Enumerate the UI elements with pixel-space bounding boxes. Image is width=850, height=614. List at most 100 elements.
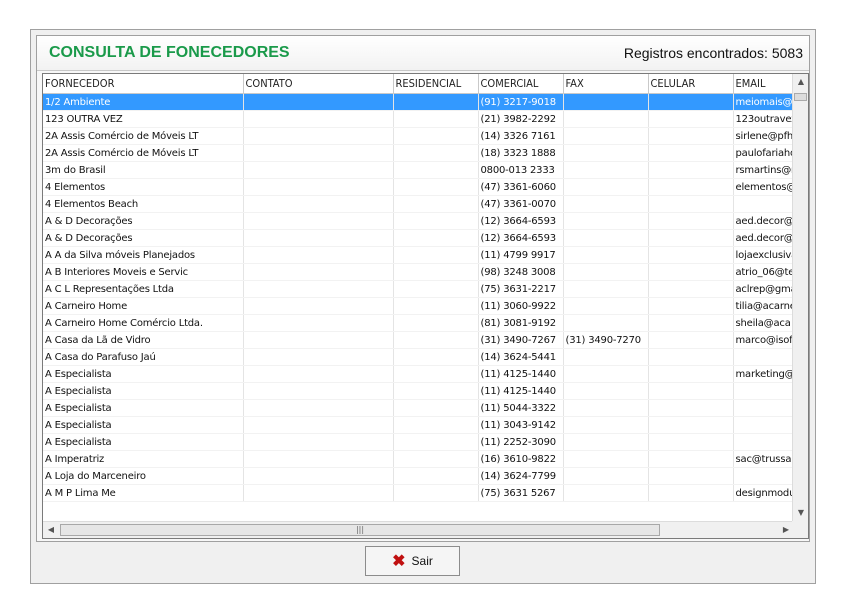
scroll-left-icon[interactable]: ◀ [43,522,59,538]
cell-contato [243,212,394,230]
exit-button-label: Sair [411,554,433,568]
column-header-residencial[interactable]: RESIDENCIAL [393,74,479,94]
column-header-comercial[interactable]: COMERCIAL [478,74,564,94]
table-row[interactable]: A Especialista (11) 3043-9142 [43,416,804,434]
cell-fax [563,178,649,196]
horizontal-scroll-thumb[interactable]: ||| [60,524,660,536]
cell-comercial: (98) 3248 3008 [478,263,564,281]
cell-celular [648,297,734,315]
table-row[interactable]: A Imperatriz (16) 3610-9822 sac@trussa [43,450,804,468]
table-row[interactable]: A Casa do Parafuso Jaú (14) 3624-5441 [43,348,804,366]
column-header-fax[interactable]: FAX [563,74,649,94]
cell-comercial: (21) 3982-2292 [478,110,564,128]
cell-comercial: (31) 3490-7267 [478,331,564,349]
cell-fornecedor: 1/2 Ambiente [43,93,244,111]
table-row[interactable]: A Especialista (11) 4125-1440 [43,382,804,400]
content-panel: CONSULTA DE FONECEDORES Registros encont… [36,35,810,542]
table-row[interactable]: A B Interiores Moveis e Servic (98) 3248 … [43,263,804,281]
scroll-down-icon[interactable]: ▼ [793,505,808,521]
cell-celular [648,365,734,383]
table-row[interactable]: 4 Elementos (47) 3361-6060 elementos@ [43,178,804,196]
cell-celular [648,280,734,298]
cell-comercial: (16) 3610-9822 [478,450,564,468]
cell-residencial [393,348,479,366]
cell-residencial [393,450,479,468]
cell-comercial: (14) 3326 7161 [478,127,564,145]
cell-fax [563,263,649,281]
table-row[interactable]: A Especialista (11) 2252-3090 [43,433,804,451]
cell-celular [648,467,734,485]
cell-comercial: (14) 3624-7799 [478,467,564,485]
table-row[interactable]: A Casa da Lã de Vidro (31) 3490-7267 (31) … [43,331,804,349]
cell-fornecedor: 2A Assis Comércio de Móveis LT [43,144,244,162]
cell-comercial: (11) 3060-9922 [478,297,564,315]
table-row[interactable]: 3m do Brasil 0800-013 2333 rsmartins@m [43,161,804,179]
cell-residencial [393,195,479,213]
supplier-query-window: CONSULTA DE FONECEDORES Registros encont… [30,29,816,584]
cell-comercial: (81) 3081-9192 [478,314,564,332]
cell-fax [563,382,649,400]
table-row[interactable]: A & D Decorações (12) 3664-6593 aed.decor@ [43,229,804,247]
cell-contato [243,365,394,383]
cell-fax [563,246,649,264]
cell-celular [648,212,734,230]
cell-celular [648,331,734,349]
cell-contato [243,127,394,145]
cell-fornecedor: A Especialista [43,365,244,383]
cell-fornecedor: A Imperatriz [43,450,244,468]
table-row[interactable]: A Carneiro Home (11) 3060-9922 tilia@acarn… [43,297,804,315]
cell-celular [648,246,734,264]
horizontal-scrollbar[interactable]: ◀ ||| ▶ [43,521,794,538]
column-header-contato[interactable]: CONTATO [243,74,394,94]
table-row[interactable]: A A da Silva móveis Planejados (11) 4799 … [43,246,804,264]
cell-fax [563,127,649,145]
column-header-celular[interactable]: CELULAR [648,74,734,94]
suppliers-grid[interactable]: FORNECEDOR CONTATO RESIDENCIAL COMERCIAL… [42,73,809,539]
cell-residencial [393,263,479,281]
cell-fornecedor: 123 OUTRA VEZ [43,110,244,128]
table-row[interactable]: 1/2 Ambiente (91) 3217-9018 meiomais@ [43,93,804,111]
table-row[interactable]: 123 OUTRA VEZ (21) 3982-2292 123outravez [43,110,804,128]
cell-residencial [393,127,479,145]
cell-celular [648,93,734,111]
table-row[interactable]: 2A Assis Comércio de Móveis LT (18) 3323 … [43,144,804,162]
table-row[interactable]: A Especialista (11) 5044-3322 [43,399,804,417]
cell-residencial [393,331,479,349]
table-row[interactable]: A Loja do Marceneiro (14) 3624-7799 [43,467,804,485]
cell-fornecedor: 3m do Brasil [43,161,244,179]
cell-fornecedor: A Casa do Parafuso Jaú [43,348,244,366]
table-row[interactable]: 2A Assis Comércio de Móveis LT (14) 3326 … [43,127,804,145]
cell-fax [563,450,649,468]
table-row[interactable]: A & D Decorações (12) 3664-6593 aed.decor@ [43,212,804,230]
cell-residencial [393,399,479,417]
cell-residencial [393,144,479,162]
cell-comercial: (11) 4799 9917 [478,246,564,264]
table-row[interactable]: 4 Elementos Beach (47) 3361-0070 [43,195,804,213]
vertical-scrollbar[interactable]: ▲ ▼ [792,74,808,521]
cell-residencial [393,467,479,485]
table-row[interactable]: A C L Representações Ltda (75) 3631-2217 a… [43,280,804,298]
scroll-up-icon[interactable]: ▲ [793,74,808,90]
cell-comercial: (11) 5044-3322 [478,399,564,417]
table-row[interactable]: A Carneiro Home Comércio Ltda. (81) 3081-… [43,314,804,332]
cell-contato [243,399,394,417]
cell-comercial: (12) 3664-6593 [478,229,564,247]
cell-contato [243,450,394,468]
cell-contato [243,433,394,451]
cell-fornecedor: 4 Elementos Beach [43,195,244,213]
scroll-corner [792,521,808,538]
cell-fornecedor: A A da Silva móveis Planejados [43,246,244,264]
table-row[interactable]: A Especialista (11) 4125-1440 marketing@ [43,365,804,383]
table-row[interactable]: A M P Lima Me (75) 3631 5267 designmodu [43,484,804,502]
cell-fax [563,348,649,366]
cell-comercial: (47) 3361-0070 [478,195,564,213]
cell-celular [648,195,734,213]
cell-fornecedor: A Carneiro Home Comércio Ltda. [43,314,244,332]
exit-button[interactable]: ✖ Sair [365,546,460,576]
vertical-scroll-thumb[interactable] [794,93,807,101]
cell-contato [243,93,394,111]
column-header-fornecedor[interactable]: FORNECEDOR [43,74,244,94]
cell-contato [243,484,394,502]
cell-celular [648,382,734,400]
cell-contato [243,195,394,213]
